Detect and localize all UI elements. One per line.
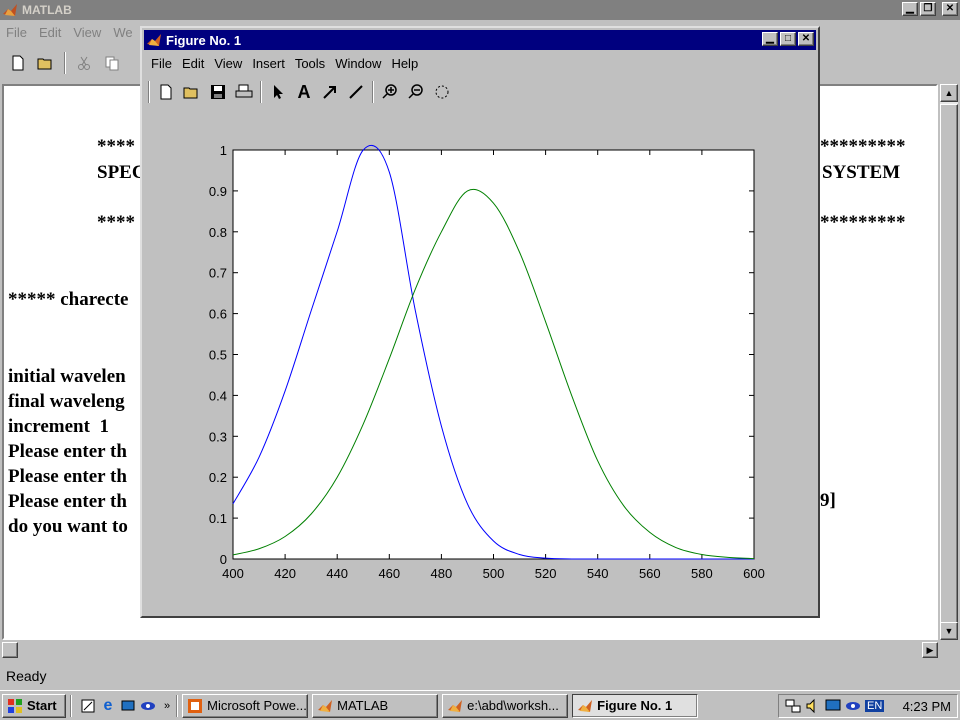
scroll-thumb[interactable]: [940, 104, 958, 624]
scroll-right-button[interactable]: ▶: [922, 642, 938, 658]
x-tick-label: 480: [431, 566, 453, 581]
x-tick-label: 540: [587, 566, 609, 581]
y-tick-label: 0.6: [209, 307, 227, 322]
task-label: e:\abd\worksh...: [467, 698, 559, 713]
task-label: MATLAB: [337, 698, 389, 713]
scroll-down-button[interactable]: ▼: [940, 622, 958, 640]
task-powerpoint[interactable]: Microsoft Powe...: [182, 693, 309, 718]
quicklaunch-channels-icon[interactable]: [138, 696, 158, 716]
cw-line: SPEC: [97, 162, 146, 183]
plot-area: [232, 149, 755, 560]
cw-line: final waveleng: [8, 391, 125, 412]
x-tick-label: 500: [483, 566, 505, 581]
quicklaunch-desktop-icon[interactable]: [118, 696, 138, 716]
monitor-icon[interactable]: [825, 696, 841, 716]
y-tick-label: 0.3: [209, 429, 227, 444]
x-tick-label: 580: [691, 566, 713, 581]
x-tick-label: 400: [222, 566, 244, 581]
cw-line: increment 1: [8, 416, 109, 437]
cw-line: initial wavelen: [8, 366, 126, 387]
x-tick-label: 520: [535, 566, 557, 581]
matlab-logo-icon: [3, 4, 17, 16]
line-chart[interactable]: 400 420 440 460 480 500 520 540 560 580 600 0 0.1 0.2…: [142, 28, 818, 616]
windows-logo-icon: [8, 698, 22, 713]
cut-icon[interactable]: [74, 53, 94, 73]
clock: 4:23 PM: [902, 698, 951, 714]
x-tick-label: 440: [326, 566, 348, 581]
eye-icon[interactable]: [845, 696, 861, 716]
figure-window[interactable]: Figure No. 1 ▁ □ ✕ File Edit View Insert…: [140, 26, 820, 618]
close-button[interactable]: ✕: [942, 2, 958, 16]
matlab-toolbar: [0, 48, 122, 78]
y-tick-label: 0.5: [209, 348, 227, 363]
matlab-title: MATLAB: [22, 3, 72, 17]
matlab-titlebar[interactable]: MATLAB ▁ ❐ ✕: [0, 0, 960, 20]
internet-explorer-icon[interactable]: e: [98, 696, 118, 716]
y-tick-label: 0: [220, 552, 227, 567]
matlab-logo-icon: [578, 699, 593, 712]
task-matlab[interactable]: MATLAB: [312, 693, 439, 718]
y-tick-label: 0.2: [209, 470, 227, 485]
status-text: Ready: [6, 668, 47, 684]
toolbar-separator: [64, 52, 66, 74]
y-tick-label: 1: [220, 143, 227, 158]
system-tray: EN 4:23 PM: [778, 694, 958, 718]
chevron-more-icon[interactable]: »: [164, 700, 170, 712]
horizontal-scrollbar[interactable]: ▶: [2, 642, 938, 658]
copy-icon[interactable]: [102, 53, 122, 73]
task-label: Figure No. 1: [597, 698, 673, 713]
task-label: Microsoft Powe...: [207, 698, 307, 713]
matlab-logo-icon: [318, 699, 333, 712]
task-explorer[interactable]: e:\abd\worksh...: [442, 693, 569, 718]
y-tick-label: 0.1: [209, 511, 227, 526]
y-tick-label: 0.7: [209, 266, 227, 281]
menu-file[interactable]: File: [0, 25, 33, 40]
cw-fragment: *********: [820, 136, 906, 157]
status-bar: Ready: [0, 664, 960, 688]
cw-line: ***** charecte: [8, 289, 129, 310]
menu-web[interactable]: We: [107, 25, 138, 40]
quicklaunch-edit-icon[interactable]: [78, 696, 98, 716]
powerpoint-icon: [188, 698, 203, 713]
taskbar-separator: [176, 694, 179, 717]
x-tick-label: 420: [274, 566, 296, 581]
cw-fragment: *********: [820, 212, 906, 233]
vertical-scrollbar[interactable]: ▲ ▼: [940, 84, 958, 640]
start-button[interactable]: Start: [2, 693, 66, 718]
menu-view[interactable]: View: [67, 25, 107, 40]
menu-edit[interactable]: Edit: [33, 25, 67, 40]
cw-line: Please enter th: [8, 441, 127, 462]
y-tick-label: 0.4: [209, 388, 227, 403]
matlab-logo-icon: [448, 699, 463, 712]
cw-fragment: 9]: [820, 490, 836, 511]
taskbar: Start e » Microsoft Powe... MATLAB e:\ab…: [0, 690, 960, 720]
maximize-button[interactable]: ❐: [920, 2, 936, 16]
taskbar-separator: [70, 694, 72, 717]
open-folder-icon[interactable]: [36, 53, 56, 73]
minimize-button[interactable]: ▁: [902, 2, 918, 16]
y-tick-label: 0.9: [209, 184, 227, 199]
cw-line: Please enter th: [8, 491, 127, 512]
volume-icon[interactable]: [805, 696, 821, 716]
matlab-menubar: File Edit View We: [0, 22, 139, 42]
scroll-up-button[interactable]: ▲: [940, 84, 958, 102]
cw-line: ****: [97, 212, 135, 233]
task-figure[interactable]: Figure No. 1: [572, 693, 699, 718]
network-icon[interactable]: [785, 696, 801, 716]
cw-line: do you want to: [8, 516, 128, 537]
cw-fragment: SYSTEM: [822, 162, 901, 183]
cw-line: Please enter th: [8, 466, 127, 487]
cw-line: ****: [97, 136, 135, 157]
x-tick-label: 460: [378, 566, 400, 581]
scroll-left-button[interactable]: [2, 642, 18, 658]
new-file-icon[interactable]: [8, 53, 28, 73]
y-tick-label: 0.8: [209, 225, 227, 240]
x-tick-label: 560: [639, 566, 661, 581]
language-indicator[interactable]: EN: [865, 700, 885, 712]
x-tick-label: 600: [743, 566, 765, 581]
start-label: Start: [27, 698, 57, 713]
